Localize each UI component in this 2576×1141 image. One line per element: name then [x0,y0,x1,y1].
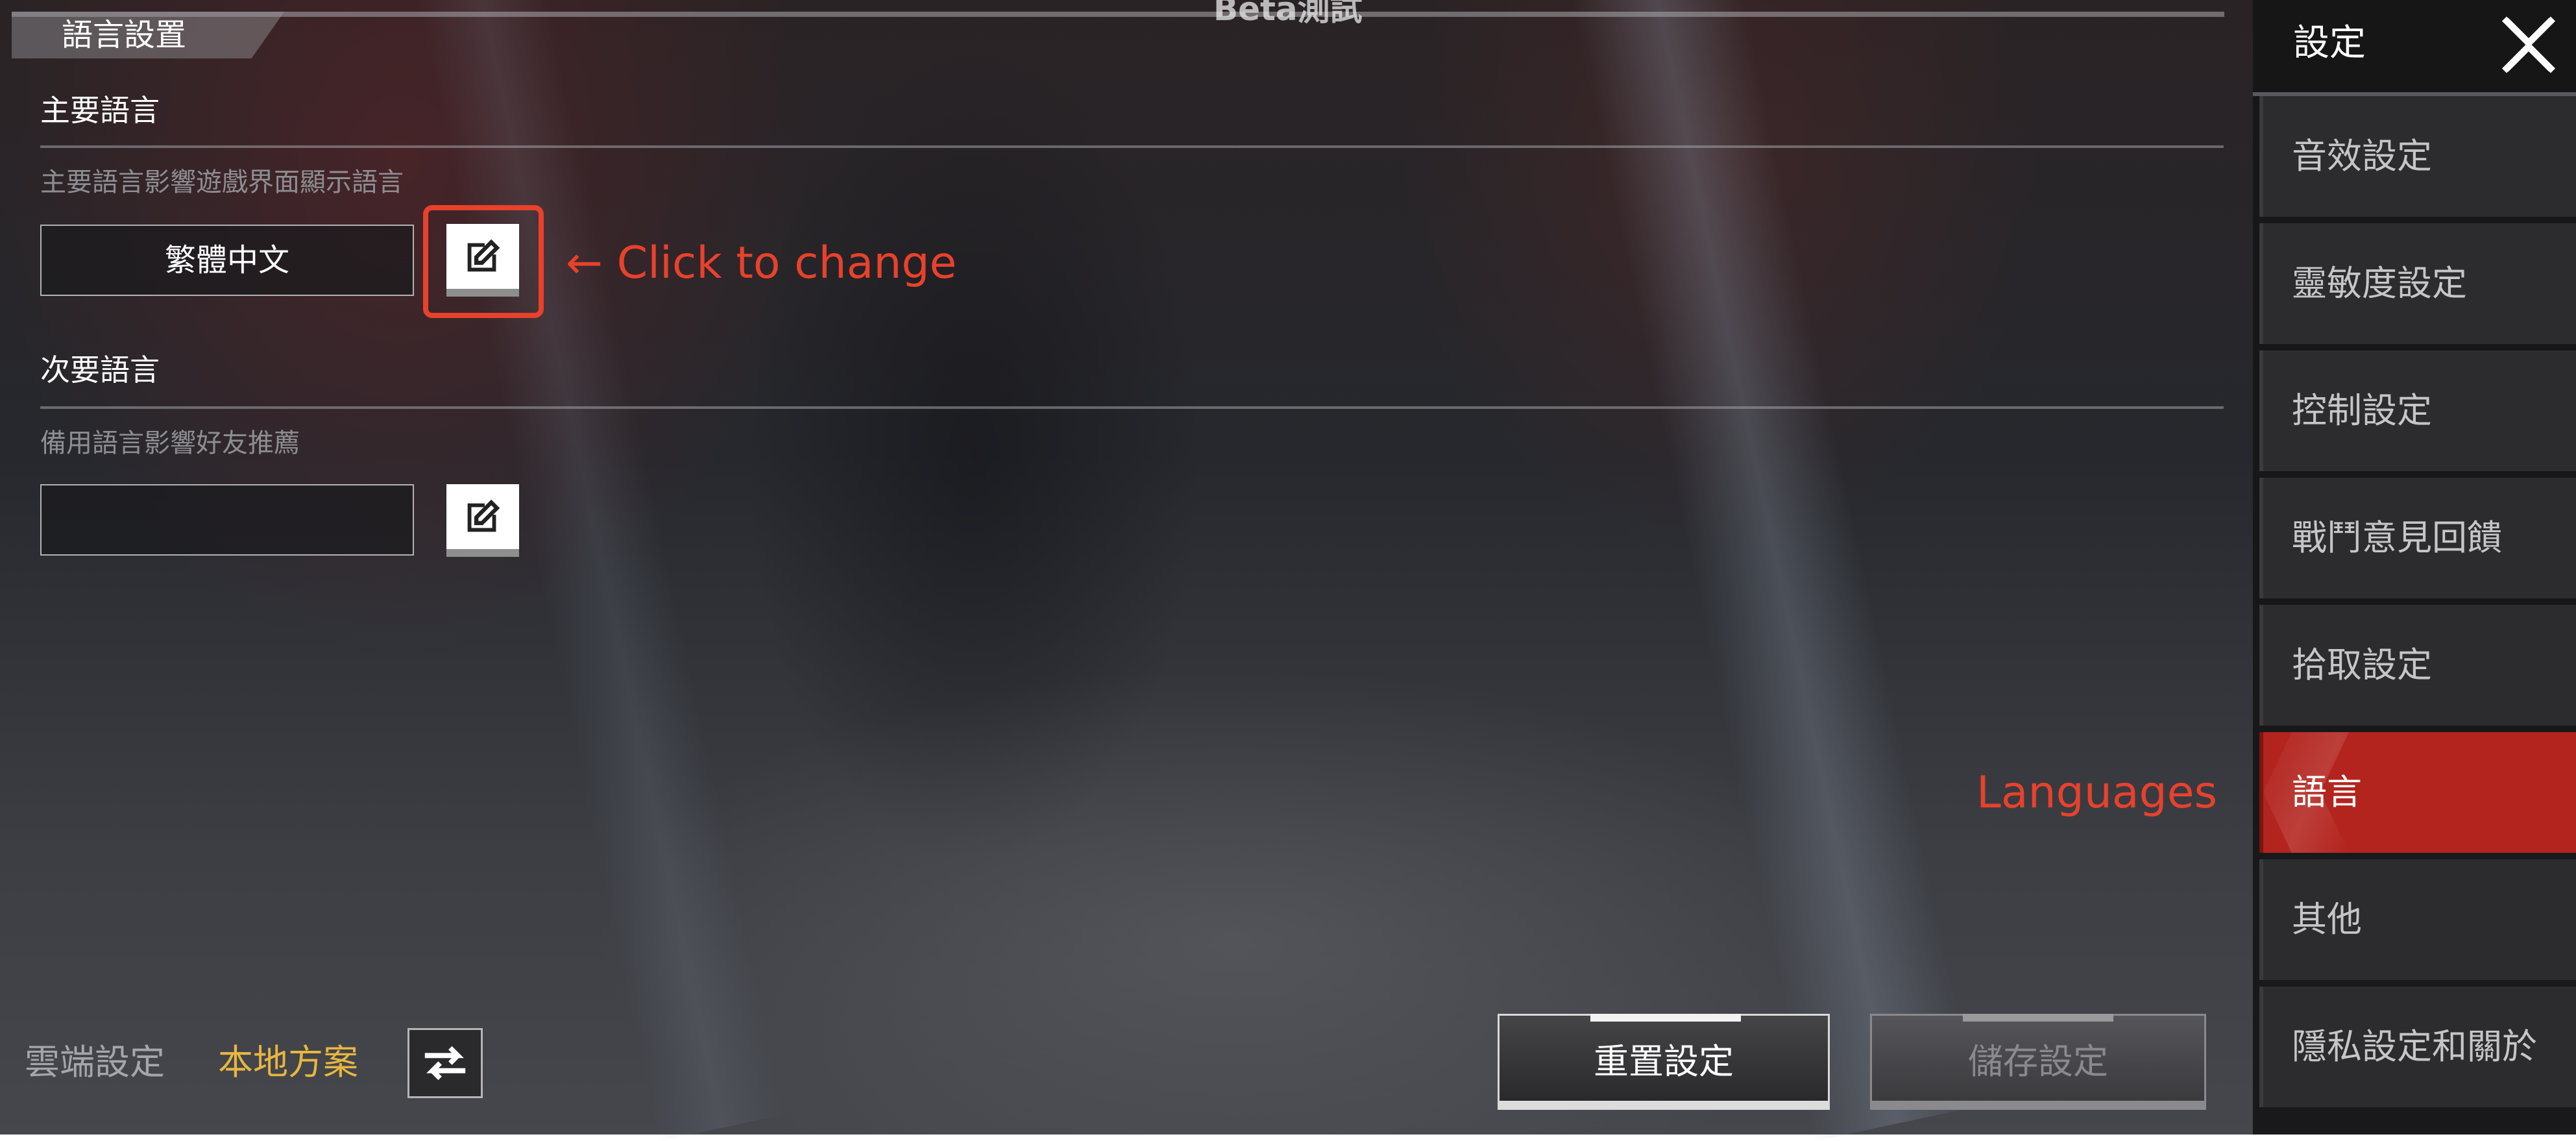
sidebar-item-other[interactable]: 其他 [2259,859,2576,980]
cloud-settings-tab[interactable]: 雲端設定 [25,1040,165,1085]
sidebar-item-label: 語言 [2292,772,2362,813]
sidebar-item-label: 控制設定 [2292,390,2432,431]
secondary-language-edit-button[interactable] [446,484,519,557]
background-light-beam [402,0,786,1141]
sidebar-item-language[interactable]: 語言 [2259,732,2576,853]
secondary-language-field[interactable] [40,484,414,556]
section-divider [40,406,2224,409]
annotation-languages: Languages [1976,767,2218,818]
sidebar-item-controls[interactable]: 控制設定 [2259,350,2576,471]
background-light-beam [1557,0,1979,1141]
section-divider [40,145,2224,148]
save-settings-button[interactable]: 儲存設定 [1870,1014,2206,1110]
sidebar-item-combat-feedback[interactable]: 戰鬥意見回饋 [2259,478,2576,598]
sidebar-item-label: 隱私設定和關於 [2292,1026,2537,1067]
sidebar-item-pickup[interactable]: 拾取設定 [2259,605,2576,726]
swap-arrows-icon [424,1046,466,1081]
sidebar-item-audio[interactable]: 音效設定 [2259,96,2576,217]
sidebar-item-label: 其他 [2292,899,2362,940]
beta-label: Beta測試 [1213,0,1363,28]
settings-sidebar: 設定 音效設定 靈敏度設定 控制設定 戰鬥意見回饋 拾取設定 語言 其他 隱私設… [2253,0,2576,1135]
sidebar-item-label: 音效設定 [2292,136,2432,177]
sidebar-title: 設定 [2293,22,2366,64]
sidebar-header: 設定 [2253,0,2576,96]
sidebar-item-privacy-about[interactable]: 隱私設定和關於 [2259,987,2576,1107]
header-strip [12,12,2224,17]
secondary-language-description: 備用語言影響好友推薦 [40,428,300,458]
swap-profile-button[interactable] [407,1028,483,1098]
sidebar-item-label: 靈敏度設定 [2292,263,2467,304]
local-profile-tab[interactable]: 本地方案 [218,1040,358,1085]
annotation-click-to-change: ← Click to change [566,238,957,289]
page-title: 語言設置 [62,17,187,53]
annotation-highlight-box [423,205,544,318]
sidebar-item-label: 拾取設定 [2292,644,2432,685]
sidebar-item-label: 戰鬥意見回饋 [2292,517,2502,558]
primary-language-title: 主要語言 [40,93,160,128]
sidebar-item-sensitivity[interactable]: 靈敏度設定 [2259,223,2576,344]
primary-language-field[interactable]: 繁體中文 [40,225,414,296]
secondary-language-title: 次要語言 [40,352,160,387]
edit-icon [467,499,500,532]
close-icon [2501,16,2556,73]
primary-language-description: 主要語言影響遊戲界面顯示語言 [40,167,404,197]
close-button[interactable] [2493,9,2564,80]
reset-settings-button[interactable]: 重置設定 [1498,1014,1830,1110]
